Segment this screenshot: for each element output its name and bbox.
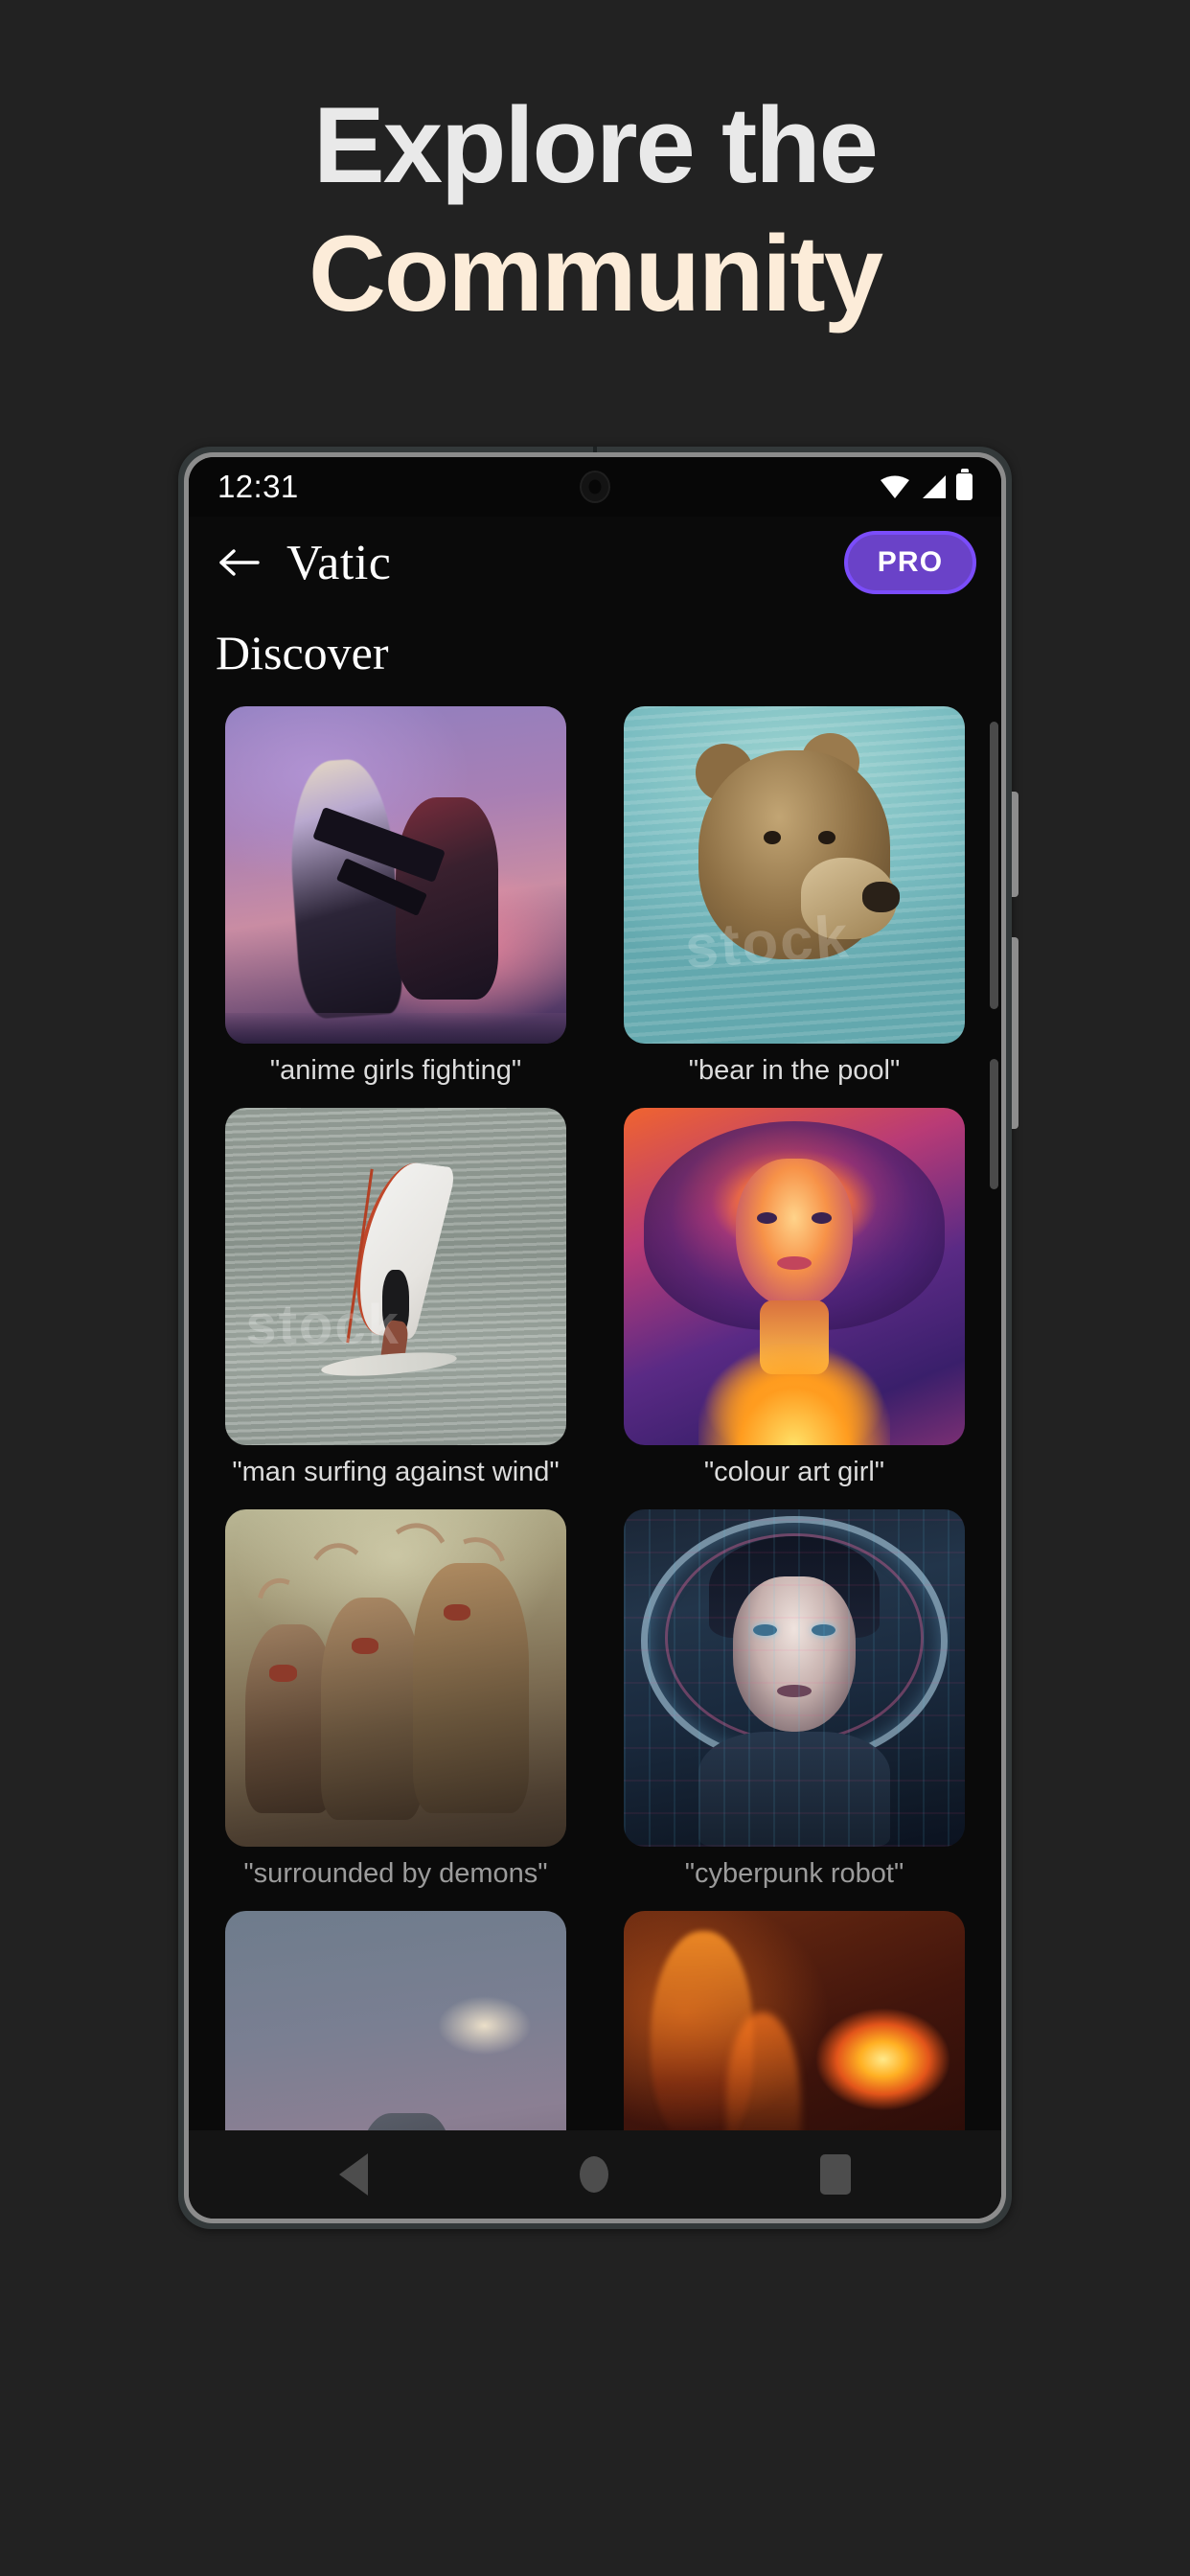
card-thumbnail[interactable] bbox=[225, 1911, 566, 2130]
front-camera-punch-hole bbox=[580, 471, 610, 503]
wifi-icon bbox=[881, 475, 909, 498]
card-thumbnail[interactable]: stock bbox=[624, 706, 965, 1044]
card-thumbnail[interactable] bbox=[225, 1509, 566, 1847]
discover-grid-scroll-area[interactable]: "anime girls fighting" stock "bear in th… bbox=[189, 697, 1001, 2130]
phone-mockup-frame: 12:31 Vatic PRO Discover "anime girls fi… bbox=[178, 447, 1018, 2229]
card-caption: "bear in the pool" bbox=[688, 1055, 901, 1086]
nav-home-icon[interactable] bbox=[579, 2156, 608, 2193]
phone-bezel: 12:31 Vatic PRO Discover "anime girls fi… bbox=[184, 452, 1006, 2223]
stock-watermark: stock bbox=[682, 903, 853, 981]
discover-card[interactable]: stock "bear in the pool" bbox=[601, 697, 988, 1098]
phone-volume-button[interactable] bbox=[1012, 937, 1018, 1129]
artwork-cyberpunk-robot bbox=[624, 1509, 965, 1847]
artwork-bear-in-the-pool: stock bbox=[624, 706, 965, 1044]
discover-card[interactable]: "anime girls fighting" bbox=[202, 697, 589, 1098]
stock-watermark: stock bbox=[245, 1294, 400, 1357]
promo-headline-line-2: Community bbox=[309, 214, 883, 334]
card-thumbnail[interactable] bbox=[624, 1911, 965, 2130]
phone-power-button[interactable] bbox=[1012, 792, 1018, 897]
card-caption: "surrounded by demons" bbox=[243, 1858, 548, 1889]
artwork-colour-art-girl bbox=[624, 1108, 965, 1445]
artwork-surrounded-by-demons bbox=[225, 1509, 566, 1847]
discover-grid: "anime girls fighting" stock "bear in th… bbox=[189, 697, 1001, 2130]
artwork-misty-scene bbox=[225, 1911, 566, 2130]
cellular-signal-icon bbox=[923, 475, 946, 498]
section-title-discover: Discover bbox=[189, 609, 1001, 697]
discover-card[interactable]: "surrounded by demons" bbox=[202, 1500, 589, 1901]
nav-back-icon[interactable] bbox=[338, 2153, 368, 2196]
discover-card[interactable]: "cyberpunk robot" bbox=[601, 1500, 988, 1901]
nav-recents-icon[interactable] bbox=[820, 2154, 852, 2195]
battery-icon bbox=[956, 473, 973, 500]
phone-screen: 12:31 Vatic PRO Discover "anime girls fi… bbox=[189, 457, 1001, 2219]
card-thumbnail[interactable] bbox=[624, 1509, 965, 1847]
card-thumbnail[interactable] bbox=[225, 706, 566, 1044]
card-caption: "anime girls fighting" bbox=[269, 1055, 522, 1086]
promo-headline: Explore the Community bbox=[0, 0, 1190, 328]
grid-scrollbar-thumb-secondary[interactable] bbox=[990, 1059, 998, 1189]
back-arrow-icon[interactable] bbox=[214, 537, 265, 588]
discover-card[interactable]: "colour art girl" bbox=[601, 1098, 988, 1500]
card-thumbnail[interactable]: stock bbox=[225, 1108, 566, 1445]
status-bar-icons bbox=[880, 473, 973, 500]
status-bar: 12:31 bbox=[189, 457, 1001, 517]
card-caption: "cyberpunk robot" bbox=[684, 1858, 904, 1889]
android-navigation-bar bbox=[189, 2130, 1001, 2219]
artwork-man-surfing-against-wind: stock bbox=[225, 1108, 566, 1445]
card-caption: "colour art girl" bbox=[703, 1457, 885, 1487]
app-bar: Vatic PRO bbox=[189, 517, 1001, 609]
artwork-fire-scene bbox=[624, 1911, 965, 2130]
grid-scrollbar-thumb[interactable] bbox=[990, 722, 998, 1009]
card-caption: "man surfing against wind" bbox=[232, 1457, 560, 1487]
status-bar-clock: 12:31 bbox=[217, 469, 299, 504]
pro-badge-button[interactable]: PRO bbox=[844, 531, 976, 594]
app-title: Vatic bbox=[286, 535, 392, 590]
discover-card[interactable] bbox=[601, 1901, 988, 2130]
discover-card[interactable] bbox=[202, 1901, 589, 2130]
grid-scrollbar[interactable] bbox=[990, 697, 998, 2130]
card-thumbnail[interactable] bbox=[624, 1108, 965, 1445]
artwork-anime-girls-fighting bbox=[225, 706, 566, 1044]
discover-card[interactable]: stock "man surfing against wind" bbox=[202, 1098, 589, 1500]
promo-headline-line-1: Explore the bbox=[313, 85, 879, 205]
